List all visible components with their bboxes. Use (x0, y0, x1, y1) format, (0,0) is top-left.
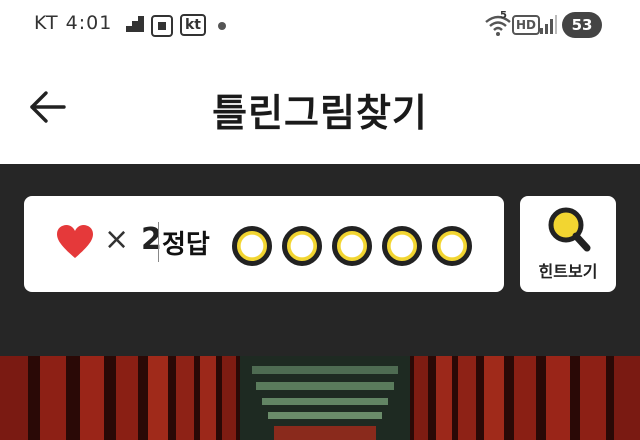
hd-voice-icon: HD (512, 14, 541, 35)
hd-label: HD (512, 15, 541, 35)
answer-label: 정답 (162, 230, 210, 260)
game-panel: × 2 정답 힌트보기 (0, 164, 640, 356)
battery-indicator: 53 (562, 12, 602, 38)
notification-dot-icon (218, 22, 226, 30)
heart-icon (56, 224, 94, 264)
temple-corridor-image (0, 356, 640, 440)
data-saver-icon (124, 14, 146, 40)
hint-button[interactable]: 힌트보기 (520, 196, 616, 292)
signal-icon (538, 14, 558, 40)
kt-badge-icon: kt (180, 14, 207, 36)
puzzle-image[interactable] (0, 356, 640, 440)
answer-slot (332, 226, 372, 266)
screenshot-icon (150, 14, 174, 42)
answer-slot (382, 226, 422, 266)
times-symbol: × (104, 222, 130, 257)
operator-badge: kt (180, 14, 207, 36)
game-status-card: × 2 정답 (24, 196, 504, 292)
status-time: KT 4:01 (34, 12, 113, 34)
answer-slot (232, 226, 272, 266)
answer-slot (432, 226, 472, 266)
hint-label: 힌트보기 (538, 262, 598, 281)
app-header: 틀린그림찾기 (0, 54, 640, 164)
wifi-band-label: 5 (500, 10, 507, 21)
text-caret (158, 222, 159, 262)
answer-progress (232, 226, 472, 266)
page-title: 틀린그림찾기 (212, 91, 428, 135)
wifi-icon: 5 (484, 10, 512, 42)
magnifier-icon (546, 206, 592, 258)
status-bar: KT 4:01 kt 5 HD 53 (0, 0, 640, 54)
answer-slot (282, 226, 322, 266)
